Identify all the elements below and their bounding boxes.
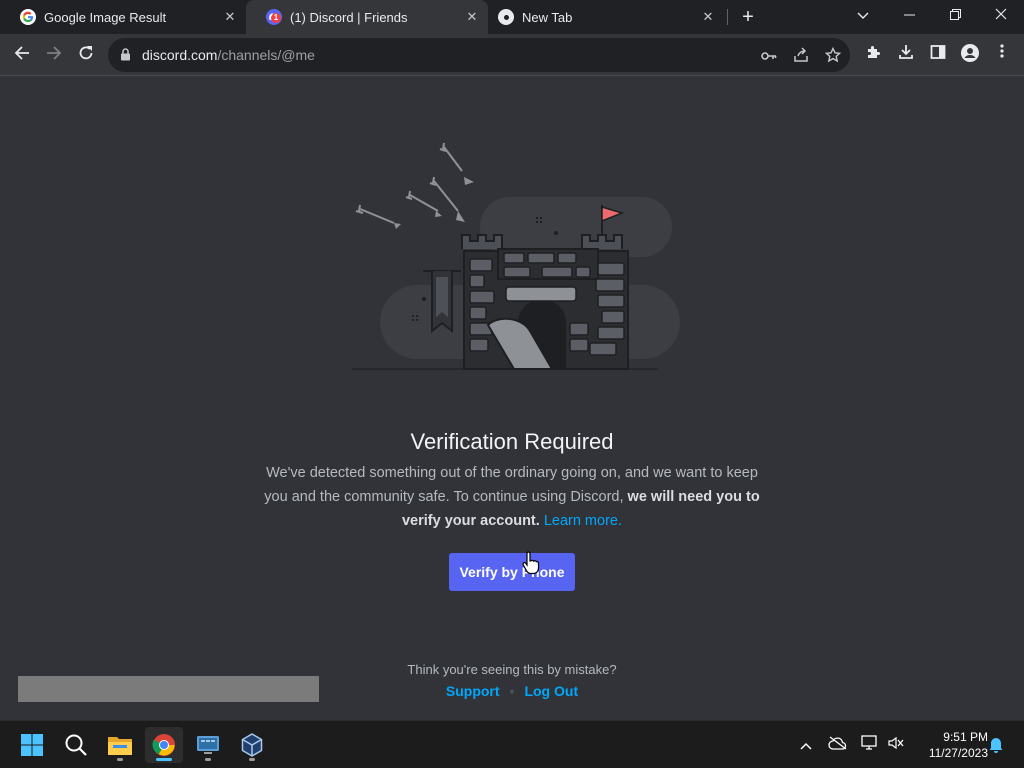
- network-monitor-icon[interactable]: [860, 735, 880, 755]
- side-panel-icon[interactable]: [928, 44, 948, 64]
- tab-discord-friends[interactable]: 1 (1) Discord | Friends ✕: [246, 0, 488, 34]
- bookmark-star-icon[interactable]: [824, 46, 842, 65]
- running-indicator: [249, 758, 255, 761]
- tab-new-tab[interactable]: New Tab ✕: [478, 0, 724, 34]
- chrome-taskbar-icon[interactable]: [145, 727, 183, 763]
- chevron-up-icon[interactable]: [796, 735, 816, 755]
- lock-icon[interactable]: [120, 48, 131, 66]
- url-path: /channels/@me: [217, 47, 315, 63]
- tab-search-chevron-down-icon[interactable]: [840, 0, 886, 32]
- menu-kebab-icon[interactable]: [992, 44, 1012, 64]
- tab-google-image-result[interactable]: Google Image Result ✕: [0, 0, 246, 34]
- close-tab-icon[interactable]: ✕: [220, 9, 240, 25]
- verification-description: We've detected something out of the ordi…: [262, 461, 762, 533]
- notification-bell-icon[interactable]: [986, 735, 1006, 755]
- clock-date: 11/27/2023: [928, 746, 988, 760]
- system-clock[interactable]: 9:51 PM 11/27/2023: [912, 729, 988, 761]
- hand-cursor-icon: [522, 551, 540, 575]
- close-tab-icon[interactable]: ✕: [698, 9, 718, 25]
- support-link[interactable]: Support: [446, 683, 500, 699]
- start-windows-icon[interactable]: [13, 727, 51, 763]
- link-separator: •: [509, 683, 515, 699]
- volume-muted-icon[interactable]: [886, 735, 906, 755]
- onedrive-cloud-icon[interactable]: [828, 735, 848, 755]
- learn-more-link[interactable]: Learn more.: [544, 513, 622, 529]
- tab-strip: Google Image Result ✕ 1 (1) Discord | Fr…: [0, 0, 1024, 34]
- file-explorer-folder-icon[interactable]: [101, 727, 139, 763]
- mistake-prompt: Think you're seeing this by mistake?: [407, 662, 617, 677]
- address-bar[interactable]: discord.com/channels/@me: [108, 38, 850, 72]
- back-arrow-icon[interactable]: [10, 43, 34, 67]
- search-icon[interactable]: [57, 727, 95, 763]
- close-window-icon[interactable]: [978, 0, 1024, 32]
- profile-avatar-icon[interactable]: [960, 44, 980, 64]
- running-indicator: [205, 758, 211, 761]
- redaction-bar: [18, 676, 319, 702]
- tab-title: (1) Discord | Friends: [290, 9, 408, 25]
- log-out-link[interactable]: Log Out: [524, 683, 578, 699]
- tab-separator: [727, 9, 728, 25]
- verify-by-phone-button[interactable]: Verify by Phone: [449, 553, 575, 591]
- share-icon[interactable]: [792, 47, 810, 65]
- discord-icon: 1: [266, 9, 282, 25]
- arrow-icon: [355, 142, 463, 224]
- download-icon[interactable]: [896, 44, 916, 64]
- restore-icon[interactable]: [932, 0, 978, 32]
- active-indicator: [156, 758, 172, 761]
- verification-page: Verification Required We've detected som…: [0, 77, 1024, 720]
- forward-arrow-icon[interactable]: [42, 43, 66, 67]
- key-icon[interactable]: [760, 47, 778, 65]
- minimize-icon[interactable]: [886, 0, 932, 32]
- google-icon: [20, 9, 36, 25]
- tab-title: New Tab: [522, 9, 573, 25]
- url-text: discord.com/channels/@me: [142, 47, 315, 63]
- chrome-icon: [498, 9, 514, 25]
- running-indicator: [117, 758, 123, 761]
- virtualbox-cube-icon[interactable]: [233, 727, 271, 763]
- clock-time: 9:51 PM: [943, 730, 988, 744]
- reload-icon[interactable]: [74, 43, 98, 67]
- extensions-puzzle-icon[interactable]: [864, 44, 884, 64]
- browser-toolbar: discord.com/channels/@me: [0, 34, 1024, 76]
- castle-illustration: [352, 142, 680, 370]
- new-tab-button[interactable]: +: [736, 5, 760, 29]
- windows-taskbar: 9:51 PM 11/27/2023: [0, 720, 1024, 768]
- tab-title: Google Image Result: [44, 9, 167, 25]
- remote-desktop-icon[interactable]: [189, 727, 227, 763]
- url-domain: discord.com: [142, 47, 218, 63]
- page-title: Verification Required: [410, 429, 614, 454]
- notification-badge: 1: [271, 13, 281, 23]
